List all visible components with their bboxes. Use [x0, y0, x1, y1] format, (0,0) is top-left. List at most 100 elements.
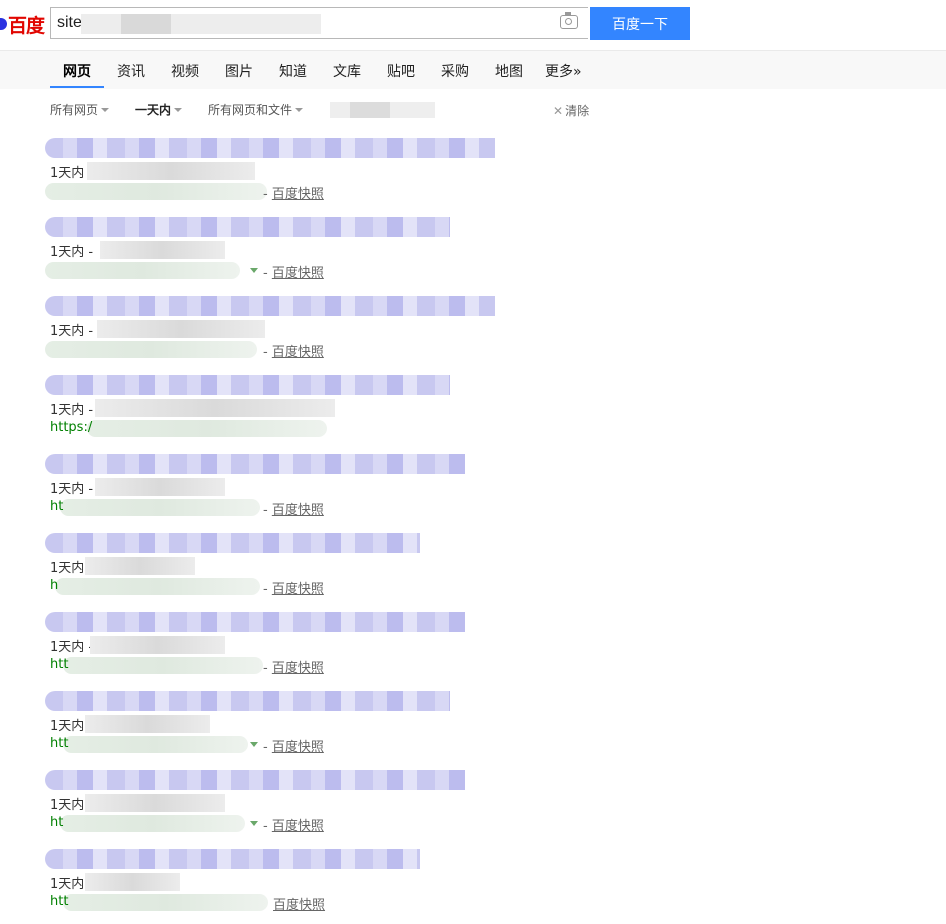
snapshot-link-text[interactable]: 百度快照 — [272, 582, 324, 597]
result-date: 1天内 — [50, 798, 85, 813]
filter-time-label: 一天内 — [135, 103, 172, 117]
snapshot-link[interactable]: - 百度快照 — [263, 183, 324, 202]
result-item: 1天内 - - 百度快照 — [45, 217, 505, 292]
redacted-source — [95, 478, 225, 496]
tab-more[interactable]: 更多» — [545, 61, 582, 81]
result-url[interactable]: htt — [50, 657, 68, 672]
result-title-redacted[interactable] — [45, 691, 450, 711]
result-url[interactable]: ht — [50, 815, 63, 830]
result-title-redacted[interactable] — [45, 454, 465, 474]
result-title-redacted[interactable] — [45, 770, 465, 790]
search-box — [50, 7, 588, 39]
filter-pages[interactable]: 所有网页 — [50, 101, 110, 118]
logo-text: 百度 — [8, 14, 45, 37]
redacted-source — [90, 636, 225, 654]
snapshot-link[interactable]: 百度快照 — [273, 894, 325, 913]
filter-time[interactable]: 一天内 — [135, 101, 183, 118]
snapshot-link-text[interactable]: 百度快照 — [272, 345, 324, 360]
result-title-redacted[interactable] — [45, 138, 495, 158]
result-title-redacted[interactable] — [45, 849, 420, 869]
result-title-redacted[interactable] — [45, 612, 465, 632]
result-date: 1天内 — [50, 719, 85, 734]
url-dropdown-icon[interactable] — [250, 268, 258, 273]
redacted-source — [87, 162, 255, 180]
result-title-redacted[interactable] — [45, 375, 450, 395]
header: 百度 百度一下 — [0, 0, 946, 50]
tab-wenku[interactable]: 文库 — [333, 61, 361, 81]
result-item: 1天内 - - 百度快照 — [45, 296, 505, 371]
result-item: 1天内 htt 百度快照 — [45, 849, 505, 924]
snapshot-link[interactable]: - 百度快照 — [263, 815, 324, 834]
result-item: 1天内 h - 百度快照 — [45, 533, 505, 608]
tab-zhidao[interactable]: 知道 — [279, 61, 307, 81]
snapshot-link[interactable]: - 百度快照 — [263, 578, 324, 597]
caret-down-icon — [101, 107, 110, 112]
snapshot-link-text[interactable]: 百度快照 — [272, 266, 324, 281]
redacted-url — [45, 341, 257, 358]
redacted-source — [100, 241, 225, 259]
result-item: 1天内 ht - 百度快照 — [45, 770, 505, 845]
result-item: 1天内 - htt - 百度快照 — [45, 612, 505, 687]
redacted-url — [87, 420, 327, 437]
result-date: 1天内 - — [50, 482, 94, 497]
caret-down-icon — [174, 107, 183, 112]
tab-images[interactable]: 图片 — [225, 61, 253, 81]
result-item: 1天内 - ht - 百度快照 — [45, 454, 505, 529]
camera-icon[interactable] — [560, 12, 578, 29]
snapshot-link-text[interactable]: 百度快照 — [272, 819, 324, 834]
result-title-redacted[interactable] — [45, 296, 495, 316]
result-url[interactable]: h — [50, 578, 58, 593]
result-title-redacted[interactable] — [45, 217, 450, 237]
redacted-url — [63, 736, 248, 753]
result-date: 1天内 - — [50, 245, 94, 260]
redacted-url — [63, 657, 263, 674]
redacted-source — [85, 794, 225, 812]
result-item: 1天内 - https:/ — [45, 375, 505, 450]
snapshot-link-text[interactable]: 百度快照 — [273, 898, 325, 913]
redacted-url — [60, 815, 245, 832]
tab-tieba[interactable]: 贴吧 — [387, 61, 415, 81]
redacted-query — [81, 14, 321, 34]
filter-filetype-label: 所有网页和文件 — [208, 103, 293, 117]
search-button[interactable]: 百度一下 — [590, 7, 690, 40]
snapshot-link-text[interactable]: 百度快照 — [272, 661, 324, 676]
snapshot-link-text[interactable]: 百度快照 — [272, 187, 324, 202]
snapshot-link[interactable]: - 百度快照 — [263, 657, 324, 676]
clear-filters[interactable]: ✕ 清除 — [553, 102, 589, 119]
paw-icon — [0, 18, 7, 30]
snapshot-link[interactable]: - 百度快照 — [263, 341, 324, 360]
url-dropdown-icon[interactable] — [250, 742, 258, 747]
result-date: 1天内 - — [50, 640, 94, 655]
tab-news[interactable]: 资讯 — [117, 61, 145, 81]
url-dropdown-icon[interactable] — [250, 821, 258, 826]
redacted-source — [85, 715, 210, 733]
result-item: 1天内 htt - 百度快照 — [45, 691, 505, 766]
tab-map[interactable]: 地图 — [495, 61, 523, 81]
redacted-source — [97, 320, 265, 338]
result-date: 1天内 - — [50, 324, 94, 339]
result-url[interactable]: ht — [50, 499, 63, 514]
snapshot-link-text[interactable]: 百度快照 — [272, 740, 324, 755]
tab-purchase[interactable]: 采购 — [441, 61, 469, 81]
result-url[interactable]: htt — [50, 894, 68, 909]
result-url[interactable]: htt — [50, 736, 68, 751]
snapshot-link[interactable]: - 百度快照 — [263, 262, 324, 281]
result-date: 1天内 — [50, 877, 85, 892]
result-url[interactable]: https:/ — [50, 420, 92, 435]
result-date: 1天内 — [50, 166, 85, 181]
baidu-logo[interactable]: 百度 — [0, 10, 45, 38]
snapshot-link[interactable]: - 百度快照 — [263, 499, 324, 518]
filter-filetype[interactable]: 所有网页和文件 — [208, 101, 304, 118]
result-title-redacted[interactable] — [45, 533, 420, 553]
redacted-url — [45, 262, 240, 279]
result-item: 1天内 - 百度快照 — [45, 138, 505, 213]
redacted-url — [45, 183, 267, 200]
search-tools: 所有网页 一天内 所有网页和文件 ✕ 清除 — [0, 88, 946, 130]
clear-label: 清除 — [565, 104, 590, 118]
snapshot-link-text[interactable]: 百度快照 — [272, 503, 324, 518]
snapshot-link[interactable]: - 百度快照 — [263, 736, 324, 755]
tab-web[interactable]: 网页 — [63, 61, 91, 81]
redacted-url — [63, 894, 268, 911]
tab-video[interactable]: 视频 — [171, 61, 199, 81]
redacted-url — [55, 578, 260, 595]
